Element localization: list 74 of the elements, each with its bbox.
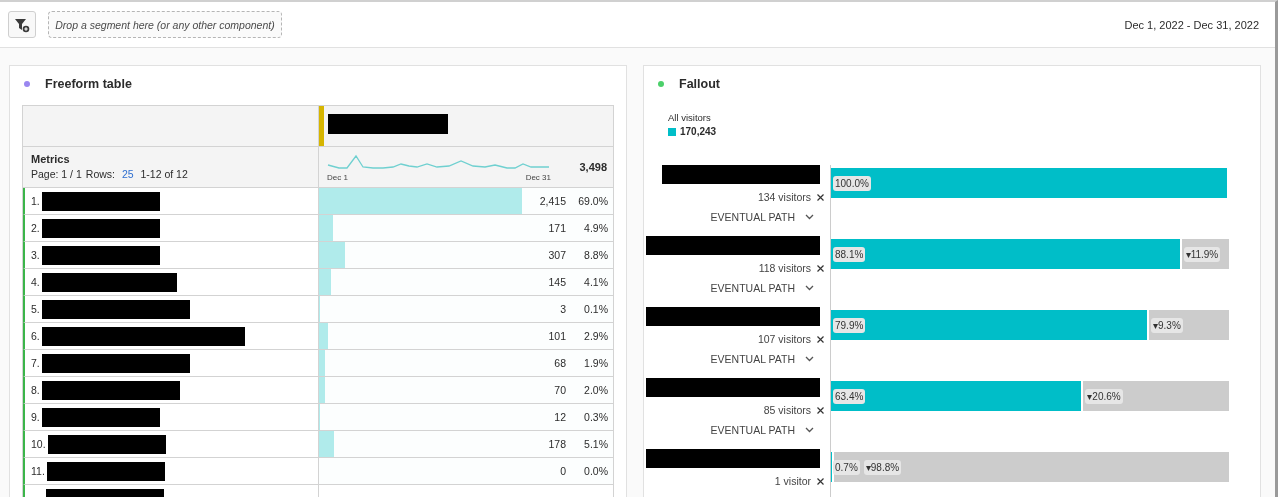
eventual-path-dropdown[interactable]: EVENTUAL PATH (710, 211, 814, 223)
metric-value: 12 (554, 411, 566, 423)
close-icon[interactable] (817, 406, 824, 414)
row-number: 8. (31, 384, 40, 396)
metric-value: 0 (560, 465, 566, 477)
row-number: 4. (31, 276, 40, 288)
row-number: 3. (31, 249, 40, 261)
metric-percent: 69.0% (577, 195, 608, 207)
panel-title: Freeform table (45, 77, 132, 91)
percent-badge: 0.7% (833, 459, 860, 475)
chevron-icon (805, 356, 814, 362)
metric-percent: 8.8% (583, 249, 608, 261)
row-number: 1. (31, 195, 40, 207)
row-range: 1-12 of 12 (140, 168, 188, 180)
metric-value: 3 (560, 303, 566, 315)
metric-value: 171 (548, 222, 566, 234)
row-number: 5. (31, 303, 40, 315)
metric-total: 3,498 (579, 161, 607, 173)
chevron-icon (805, 285, 814, 291)
row-number: 10. (31, 438, 46, 450)
column-drag-handle[interactable] (319, 106, 324, 146)
drop-badge: ▾11.9% (1183, 246, 1221, 262)
visitor-count: 1 visitor (774, 475, 811, 487)
row-number: 11. (31, 465, 45, 477)
chevron-icon (805, 427, 814, 433)
close-icon[interactable] (817, 264, 824, 272)
chevron-icon (805, 214, 814, 220)
metric-value: 307 (548, 249, 566, 261)
metric-percent: 0.0% (583, 465, 608, 477)
close-icon[interactable] (817, 335, 824, 343)
drop-badge: ▾20.6% (1085, 388, 1123, 404)
legend-value: 170,243 (680, 126, 717, 137)
metric-percent: 0.1% (583, 303, 608, 315)
filter-icon (14, 16, 30, 33)
panel-title: Fallout (679, 77, 720, 91)
close-icon[interactable] (817, 193, 824, 201)
metric-value: 2,415 (539, 195, 566, 207)
row-number: 7. (31, 357, 40, 369)
metric-value: 68 (554, 357, 566, 369)
drop-badge: ▾98.8% (863, 459, 902, 475)
rows-label: Rows: (85, 168, 115, 180)
metrics-label: Metrics (31, 153, 71, 165)
metric-percent: 1.9% (583, 357, 608, 369)
close-icon[interactable] (817, 477, 824, 485)
eventual-path-dropdown[interactable]: EVENTUAL PATH (710, 424, 814, 436)
legend-swatch (668, 127, 676, 136)
visitor-count: 134 visitors (757, 191, 811, 203)
legend-label: All visitors (668, 112, 712, 123)
metric-percent: 5.1% (583, 438, 608, 450)
eventual-path-dropdown[interactable]: EVENTUAL PATH (710, 282, 814, 294)
eventual-path-dropdown[interactable]: EVENTUAL PATH (710, 353, 814, 365)
metric-value: 178 (548, 438, 566, 450)
drop-badge: ▾9.3% (1151, 317, 1183, 333)
metric-percent: 4.1% (583, 276, 608, 288)
row-number: 2. (31, 222, 40, 234)
date-range[interactable]: Dec 1, 2022 - Dec 31, 2022 (1124, 18, 1259, 31)
axis-label: Dec 31 (525, 172, 551, 182)
metric-percent: 0.3% (583, 411, 608, 423)
rows-dropdown[interactable]: 25 (119, 168, 137, 180)
axis-label: Dec 1 (327, 172, 348, 182)
metric-value: 70 (554, 384, 566, 396)
metric-percent: 4.9% (583, 222, 608, 234)
visitor-count: 118 visitors (758, 262, 811, 274)
visitor-count: 107 visitors (757, 333, 811, 345)
metric-value: 101 (548, 330, 566, 342)
metric-percent: 2.0% (583, 384, 608, 396)
visitor-count: 85 visitors (763, 404, 811, 416)
row-number: 9. (31, 411, 40, 423)
metric-value: 145 (548, 276, 566, 288)
segment-drop-zone[interactable]: Drop a segment here (or any other component) (48, 11, 282, 38)
row-number: 6. (31, 330, 40, 342)
metric-percent: 2.9% (583, 330, 608, 342)
page-info: Page: 1 / 1 (31, 168, 82, 180)
segment-filter-button[interactable] (8, 11, 36, 38)
